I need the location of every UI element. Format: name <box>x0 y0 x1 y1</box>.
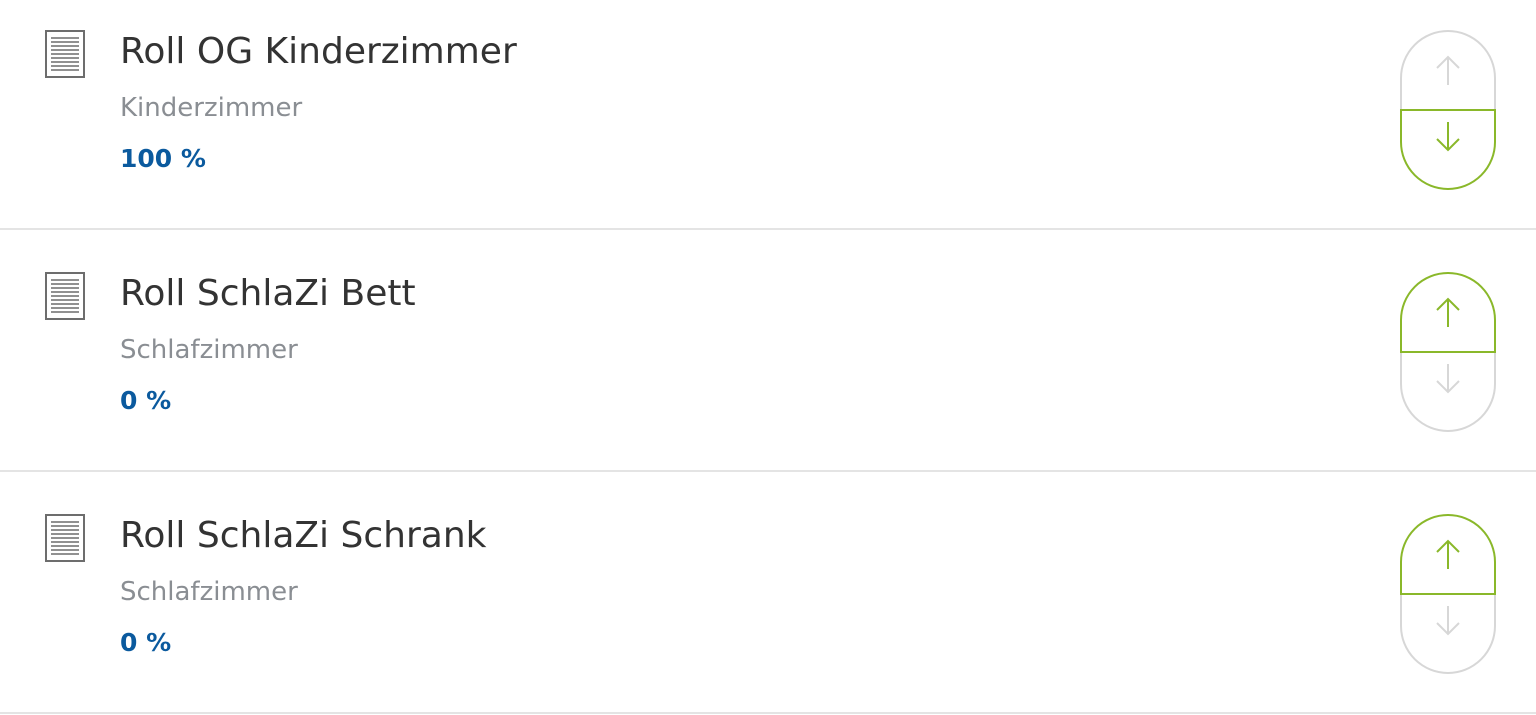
up-button[interactable] <box>1400 30 1496 110</box>
up-button[interactable] <box>1400 272 1496 352</box>
blind-control <box>1400 30 1496 190</box>
device-value: 100 % <box>120 144 206 173</box>
device-title: Roll SchlaZi Bett <box>120 273 416 314</box>
list-item: Roll SchlaZi Schrank Schlafzimmer 0 % <box>0 472 1536 714</box>
blinds-icon <box>45 514 85 562</box>
device-title: Roll SchlaZi Schrank <box>120 515 487 556</box>
blind-control <box>1400 514 1496 674</box>
blind-control <box>1400 272 1496 432</box>
down-button[interactable] <box>1400 110 1496 190</box>
device-room: Kinderzimmer <box>120 93 303 123</box>
up-button[interactable] <box>1400 514 1496 594</box>
down-button[interactable] <box>1400 352 1496 432</box>
device-room: Schlafzimmer <box>120 577 298 607</box>
device-list: Roll OG Kinderzimmer Kinderzimmer 100 % <box>0 0 1536 715</box>
down-button[interactable] <box>1400 594 1496 674</box>
device-value: 0 % <box>120 386 172 415</box>
blinds-icon <box>45 30 85 78</box>
device-value: 0 % <box>120 628 172 657</box>
list-item: Roll OG Kinderzimmer Kinderzimmer 100 % <box>0 0 1536 230</box>
device-room: Schlafzimmer <box>120 335 298 365</box>
device-title: Roll OG Kinderzimmer <box>120 31 517 72</box>
list-item: Roll SchlaZi Bett Schlafzimmer 0 % <box>0 230 1536 472</box>
blinds-icon <box>45 272 85 320</box>
